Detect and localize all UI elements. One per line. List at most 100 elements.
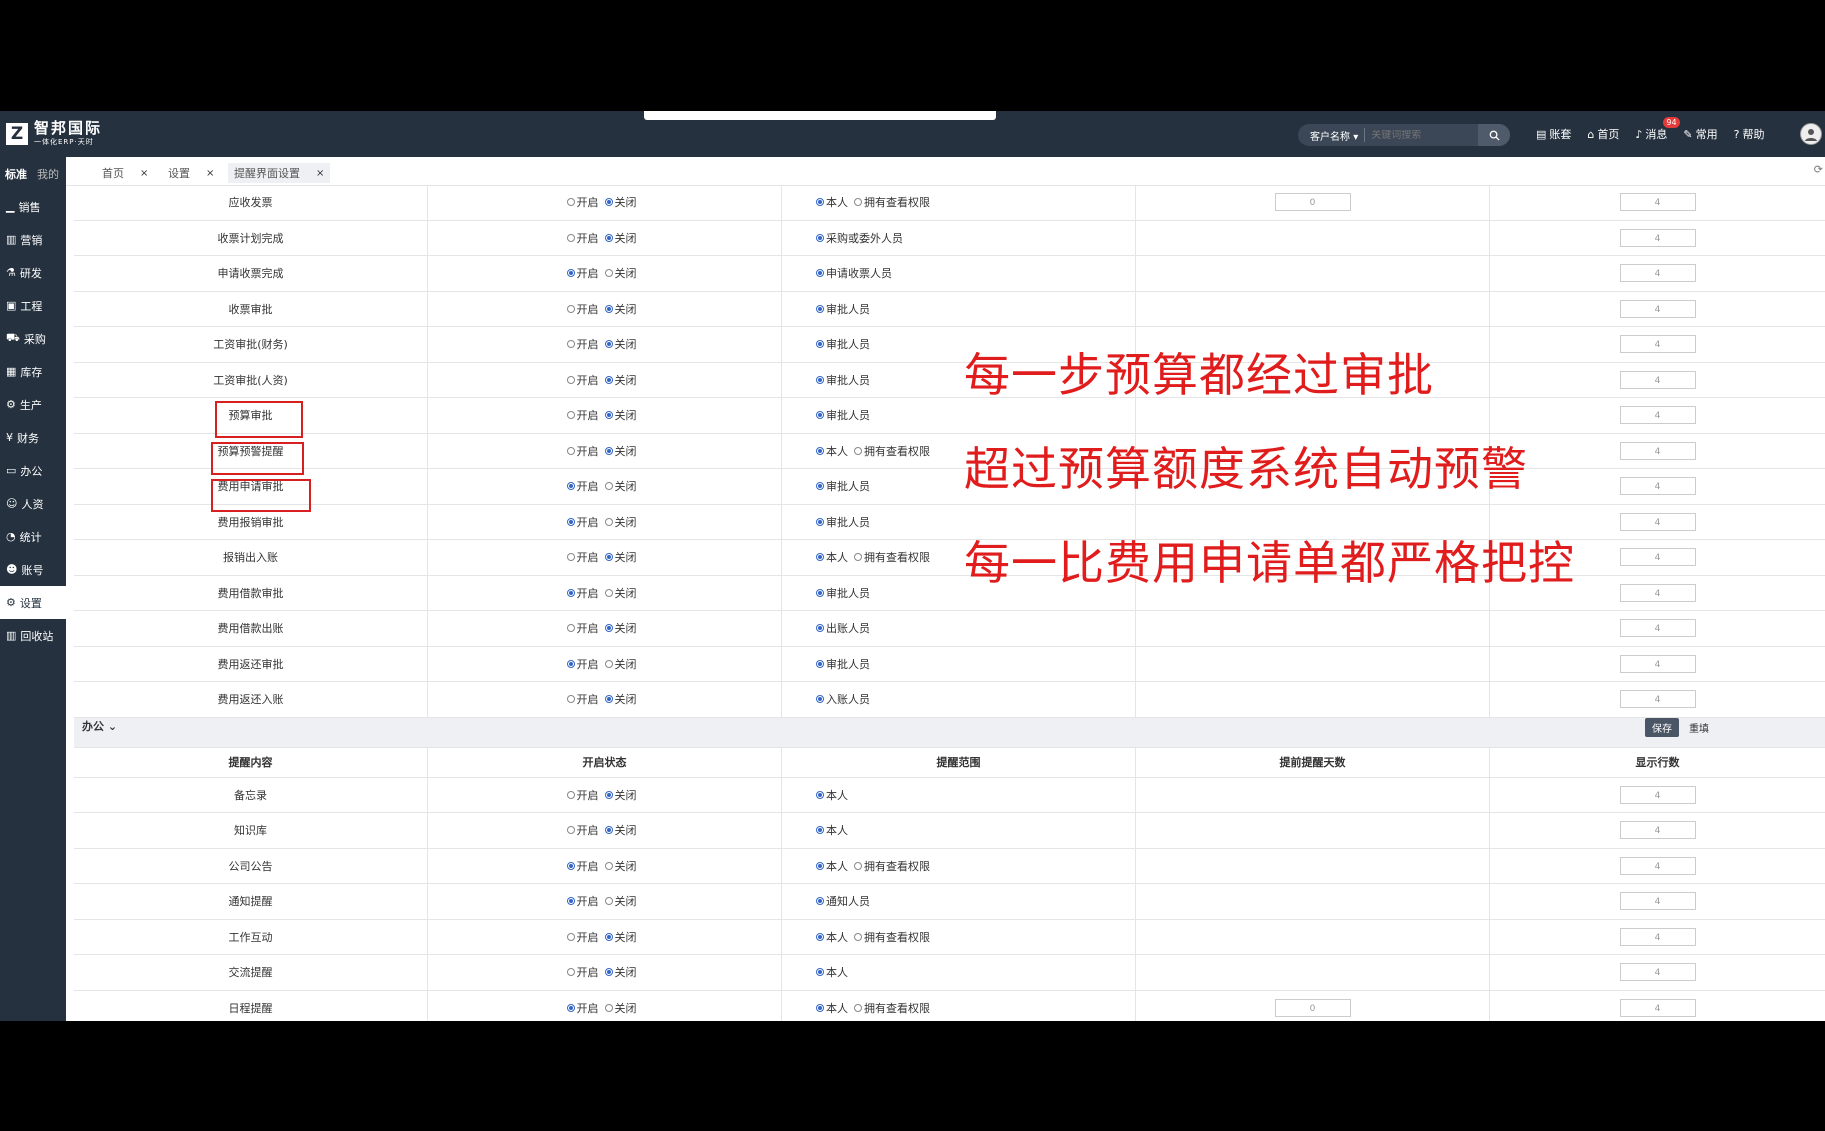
display-rows-input[interactable]: 4 [1619,299,1696,318]
status-off-radio[interactable]: 关闭 [604,656,637,672]
topnav-item-2[interactable]: ♪ 消息 94 [1635,117,1680,142]
status-off-radio[interactable]: 关闭 [604,301,637,317]
radio-dot[interactable] [604,375,613,384]
sidebar-item-13[interactable]: ▥ 回收站 [0,619,66,652]
status-on-radio[interactable]: 开启 [566,549,599,565]
display-rows-input[interactable]: 4 [1619,264,1696,283]
radio-dot[interactable] [816,198,824,207]
scope-radio[interactable]: 入账人员 [816,691,870,707]
sidebar-item-2[interactable]: ⚗ 研发 [0,256,66,289]
status-off-radio[interactable]: 关闭 [604,585,637,601]
display-rows-input[interactable]: 4 [1619,583,1696,602]
status-off-radio[interactable]: 关闭 [604,514,637,530]
sidebar-item-10[interactable]: ◔ 统计 [0,520,66,553]
scope-radio[interactable]: 出账人员 [816,620,870,636]
scope-radio[interactable]: 本人 [816,1000,848,1016]
refresh-icon[interactable]: ⟳ [1814,163,1823,176]
status-on-radio[interactable]: 开启 [566,787,599,803]
radio-dot[interactable] [566,624,575,633]
radio-dot[interactable] [566,446,575,455]
status-off-radio[interactable]: 关闭 [604,372,637,388]
radio-dot[interactable] [854,861,862,870]
radio-dot[interactable] [604,340,613,349]
status-on-radio[interactable]: 开启 [566,230,599,246]
display-rows-input[interactable]: 4 [1619,370,1696,389]
radio-dot[interactable] [566,340,575,349]
status-off-radio[interactable]: 关闭 [604,265,637,281]
topnav-item-1[interactable]: ⌂ 首页 [1587,126,1619,142]
radio-dot[interactable] [566,304,575,313]
radio-dot[interactable] [816,375,824,384]
radio-dot[interactable] [816,517,824,526]
scope-radio[interactable]: 拥有查看权限 [854,549,930,565]
radio-dot[interactable] [566,861,575,870]
radio-dot[interactable] [816,269,824,278]
radio-dot[interactable] [604,482,613,491]
radio-dot[interactable] [604,659,613,668]
sidebar-item-0[interactable]: ▁ 销售 [0,190,66,223]
radio-dot[interactable] [816,624,824,633]
search-scope-select[interactable]: 客户名称 ▾ [1298,128,1364,143]
scope-radio[interactable]: 本人 [816,822,848,838]
radio-dot[interactable] [816,482,824,491]
scope-radio[interactable]: 本人 [816,929,848,945]
sidebar-item-4[interactable]: ⛟ 采购 [0,322,66,355]
display-rows-input[interactable]: 4 [1619,654,1696,673]
scope-radio[interactable]: 本人 [816,787,848,803]
radio-dot[interactable] [566,932,575,941]
status-off-radio[interactable]: 关闭 [604,822,637,838]
radio-dot[interactable] [566,198,575,207]
radio-dot[interactable] [854,446,862,455]
radio-dot[interactable] [566,375,575,384]
save-button[interactable]: 保存 [1645,717,1679,737]
status-off-radio[interactable]: 关闭 [604,443,637,459]
sidebar-tab-0[interactable]: 标准 [0,166,32,182]
status-on-radio[interactable]: 开启 [566,620,599,636]
sidebar-item-1[interactable]: ▥ 营销 [0,223,66,256]
search-input[interactable] [1365,129,1468,141]
status-on-radio[interactable]: 开启 [566,1000,599,1016]
status-off-radio[interactable]: 关闭 [604,1000,637,1016]
radio-dot[interactable] [604,790,613,799]
radio-dot[interactable] [604,198,613,207]
radio-dot[interactable] [604,1003,613,1012]
radio-dot[interactable] [816,695,824,704]
radio-dot[interactable] [566,233,575,242]
radio-dot[interactable] [816,233,824,242]
status-off-radio[interactable]: 关闭 [604,549,637,565]
radio-dot[interactable] [604,588,613,597]
status-off-radio[interactable]: 关闭 [604,787,637,803]
status-on-radio[interactable]: 开启 [566,514,599,530]
scope-radio[interactable]: 本人 [816,194,848,210]
sidebar-item-12[interactable]: ⚙ 设置 [0,586,66,619]
radio-dot[interactable] [854,932,862,941]
sidebar-item-5[interactable]: ▦ 库存 [0,355,66,388]
status-on-radio[interactable]: 开启 [566,478,599,494]
section-title[interactable]: 办公 ⌄ [82,718,117,734]
display-rows-input[interactable]: 4 [1619,892,1696,911]
scope-radio[interactable]: 拥有查看权限 [854,443,930,459]
status-off-radio[interactable]: 关闭 [604,620,637,636]
radio-dot[interactable] [566,482,575,491]
display-rows-input[interactable]: 4 [1619,619,1696,638]
display-rows-input[interactable]: 4 [1619,406,1696,425]
display-rows-input[interactable]: 4 [1619,963,1696,982]
radio-dot[interactable] [816,553,824,562]
radio-dot[interactable] [566,553,575,562]
sidebar-item-3[interactable]: ▣ 工程 [0,289,66,322]
scope-radio[interactable]: 申请收票人员 [816,265,892,281]
radio-dot[interactable] [816,588,824,597]
status-on-radio[interactable]: 开启 [566,336,599,352]
scope-radio[interactable]: 本人 [816,964,848,980]
status-off-radio[interactable]: 关闭 [604,858,637,874]
status-on-radio[interactable]: 开启 [566,858,599,874]
scope-radio[interactable]: 审批人员 [816,336,870,352]
close-icon[interactable]: × [140,168,148,179]
reset-button[interactable]: 重填 [1689,720,1709,735]
status-on-radio[interactable]: 开启 [566,443,599,459]
radio-dot[interactable] [854,198,862,207]
scope-radio[interactable]: 审批人员 [816,372,870,388]
sidebar-item-11[interactable]: ☻ 账号 [0,553,66,586]
status-on-radio[interactable]: 开启 [566,822,599,838]
radio-dot[interactable] [816,790,824,799]
